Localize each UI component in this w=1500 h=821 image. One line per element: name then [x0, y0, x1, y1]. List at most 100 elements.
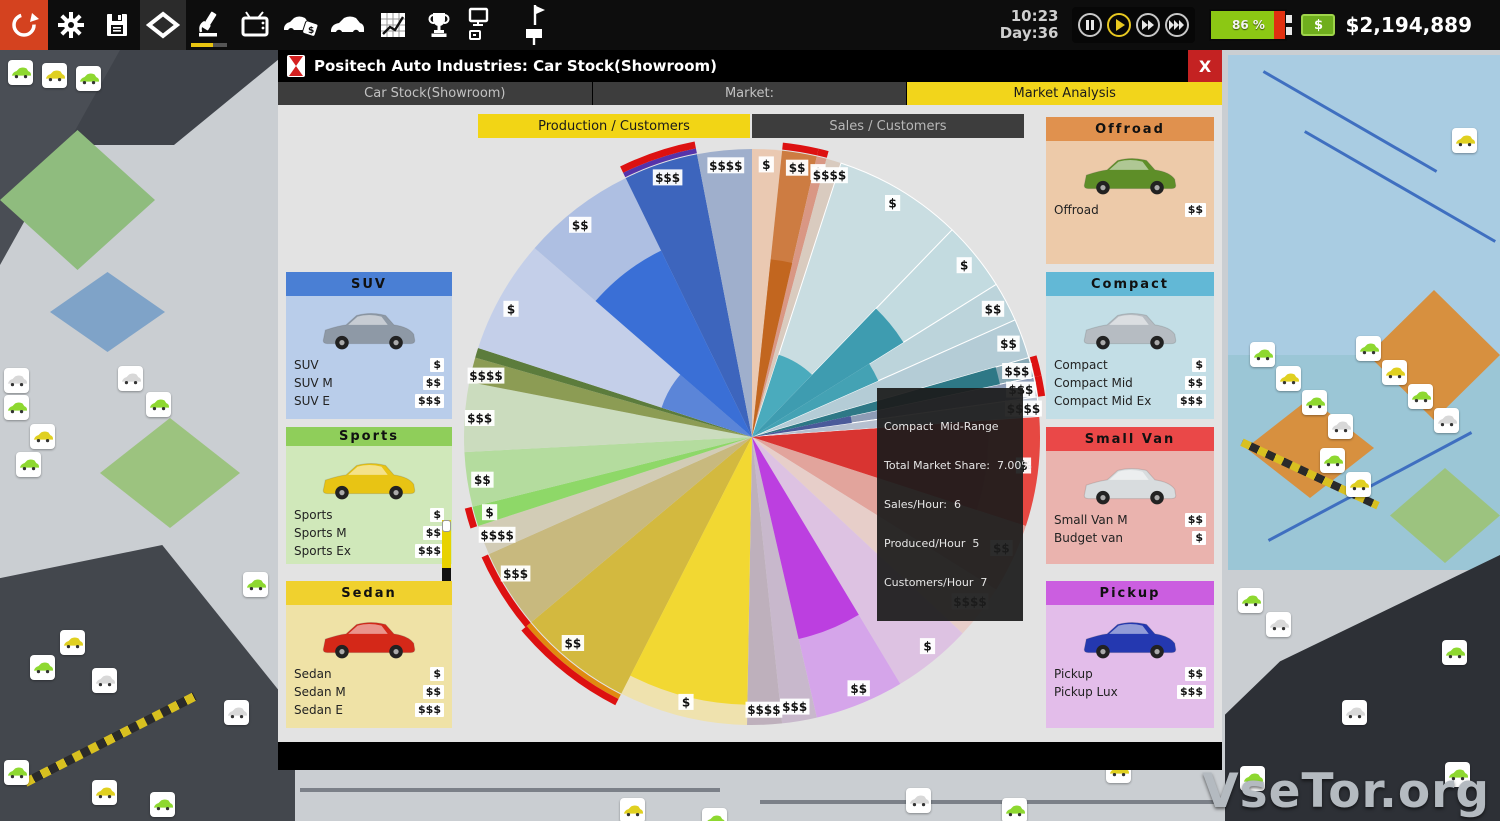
model-row[interactable]: Sedan E$$$: [294, 701, 444, 718]
model-label: Offroad: [1054, 203, 1099, 217]
car-sales-button[interactable]: $: [278, 0, 324, 50]
panel-body: SUV$SUV M$$SUV E$$$: [286, 296, 452, 419]
model-row[interactable]: SUV M$$: [294, 374, 444, 391]
view-mode-button[interactable]: [140, 0, 186, 50]
model-label: Budget van: [1054, 531, 1123, 545]
model-row[interactable]: Sports Ex $$$: [294, 542, 444, 559]
play-button[interactable]: [1105, 11, 1133, 39]
price-tier-badge: $$: [423, 526, 444, 540]
panel-header: Pickup: [1046, 581, 1214, 605]
window-title: Positech Auto Industries: Car Stock(Show…: [314, 57, 717, 75]
monitor-icon: [468, 5, 502, 45]
tab-market[interactable]: Market:: [593, 82, 907, 105]
money-display: $ $2,194,889: [1301, 13, 1472, 37]
vehicle-marker: [92, 668, 117, 693]
dollar-bill-icon: $: [1301, 14, 1335, 36]
save-button[interactable]: [94, 0, 140, 50]
tab-market-analysis[interactable]: Market Analysis: [907, 82, 1222, 105]
price-tier-badge: $: [430, 667, 444, 681]
model-label: Pickup: [1054, 667, 1093, 681]
vehicle-marker: [30, 655, 55, 680]
price-tier-badge: $: [1192, 358, 1206, 372]
model-row[interactable]: Sedan M$$: [294, 683, 444, 700]
game-screen: $: [0, 0, 1500, 821]
vehicle-marker: [1238, 588, 1263, 613]
car-type-panel-small-van: Small Van Small Van M$$Budget van$: [1046, 427, 1214, 564]
price-tier-badge: $$: [1185, 376, 1206, 390]
tooltip-line: Sales/Hour: 6: [884, 498, 1016, 511]
panel-scrollbar[interactable]: [442, 520, 451, 584]
model-label: Small Van M: [1054, 513, 1128, 527]
model-row[interactable]: Offroad $$: [1054, 201, 1206, 218]
model-row[interactable]: SUV E$$$: [294, 392, 444, 409]
model-row[interactable]: Sedan$: [294, 665, 444, 682]
model-row[interactable]: SUV$: [294, 356, 444, 373]
car-type-panel-sedan: Sedan Sedan$Sedan M$$Sedan E$$$: [286, 581, 452, 728]
vehicle-marker: [243, 572, 268, 597]
vehicle-marker: [1356, 336, 1381, 361]
flag-icon: [516, 3, 546, 47]
model-row[interactable]: Compact Mid Ex$$$: [1054, 392, 1206, 409]
pause-button[interactable]: [1076, 11, 1104, 39]
fast-forward-button[interactable]: [1134, 11, 1162, 39]
model-row[interactable]: Sports$: [294, 506, 444, 523]
vehicle-marker: [76, 66, 101, 91]
showroom-button[interactable]: [324, 0, 370, 50]
panel-header: Offroad: [1046, 117, 1214, 141]
pie-rim-indicator: [817, 149, 829, 158]
model-row[interactable]: Compact$: [1054, 356, 1206, 373]
research-progress-bar: [191, 43, 227, 47]
settings-button[interactable]: [48, 0, 94, 50]
segment-tooltip: Compact Mid-Range Total Market Share: 7.…: [877, 388, 1023, 621]
research-button[interactable]: [186, 0, 232, 50]
model-row[interactable]: Compact Mid$$: [1054, 374, 1206, 391]
vehicle-marker: [1302, 390, 1327, 415]
trophy-icon: [424, 10, 454, 40]
factory-zone: [760, 800, 1220, 804]
vehicle-marker: [4, 395, 29, 420]
vehicle-marker: [224, 700, 249, 725]
panel-body: Offroad $$: [1046, 141, 1214, 264]
panel-header: Sports: [286, 427, 452, 446]
vehicle-marker: [1346, 472, 1371, 497]
price-tier-badge: $$$: [1177, 394, 1206, 408]
vehicle-marker: [42, 63, 67, 88]
model-label: Sports Ex: [294, 544, 351, 558]
close-button[interactable]: X: [1188, 50, 1222, 82]
price-tier-badge: $$: [1185, 513, 1206, 527]
achievements-button[interactable]: [416, 0, 462, 50]
displays-button[interactable]: [462, 0, 508, 50]
subtab-sales-customers[interactable]: Sales / Customers: [752, 114, 1024, 138]
factory-zone: [300, 788, 720, 792]
car-image: [1078, 457, 1182, 507]
panel-header: Sedan: [286, 581, 452, 605]
fastest-forward-button[interactable]: [1163, 11, 1191, 39]
vehicle-marker: [4, 760, 29, 785]
time-label: 10:23: [1000, 8, 1059, 25]
circular-arrow-icon: [8, 9, 40, 41]
car-image: [317, 302, 421, 352]
expense-battery-gauge: 86 %: [1209, 9, 1287, 41]
marketing-button[interactable]: [232, 0, 278, 50]
stats-button[interactable]: [370, 0, 416, 50]
model-row[interactable]: Pickup Lux$$$: [1054, 683, 1206, 700]
price-tier-badge: $$$: [415, 703, 444, 717]
model-row[interactable]: Sports M$$: [294, 524, 444, 541]
positech-logo-icon: [286, 54, 306, 78]
price-tier-badge: $$$: [415, 544, 444, 558]
model-row[interactable]: Pickup$$: [1054, 665, 1206, 682]
home-logo-button[interactable]: [0, 0, 48, 50]
money-amount: $2,194,889: [1345, 13, 1472, 37]
car-icon: [328, 10, 366, 40]
model-label: SUV M: [294, 376, 333, 390]
price-tier-badge: $$$: [1177, 685, 1206, 699]
price-tier-badge: $$: [1185, 203, 1206, 217]
signs-button[interactable]: [508, 0, 554, 50]
window-tabs: Car Stock(Showroom) Market: Market Analy…: [278, 82, 1222, 105]
vehicle-marker: [150, 792, 175, 817]
model-row[interactable]: Small Van M $$: [1054, 511, 1206, 528]
subtab-production-customers[interactable]: Production / Customers: [478, 114, 750, 138]
model-label: Sports: [294, 508, 332, 522]
tab-car-stock[interactable]: Car Stock(Showroom): [278, 82, 592, 105]
model-row[interactable]: Budget van$: [1054, 529, 1206, 546]
